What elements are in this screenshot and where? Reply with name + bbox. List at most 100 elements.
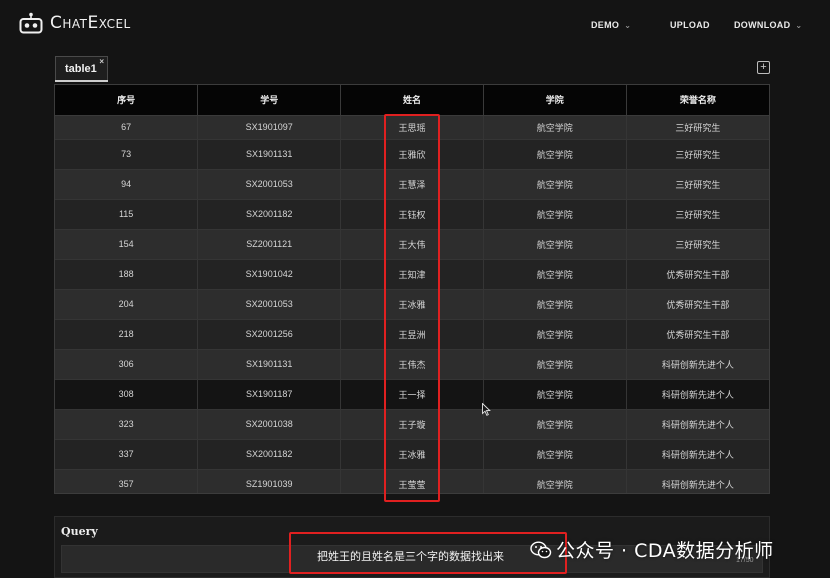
app-header: ChatExcel DEMO ⌄ UPLOAD DOWNLOAD ⌄ — [0, 0, 830, 52]
table-cell: 王雅欣 — [340, 139, 484, 170]
table-cell: SX2001053 — [197, 289, 342, 320]
table-cell: 王昱洲 — [340, 319, 484, 350]
table-cell: SZ1901039 — [197, 469, 342, 493]
column-header[interactable]: 荣誉名称 — [626, 85, 769, 116]
table-cell: 357 — [55, 469, 199, 493]
table-row[interactable]: 115 SX2001182 王钰权 航空学院 三好研究生 — [55, 199, 769, 230]
table-cell: SX2001182 — [197, 199, 342, 230]
table-cell: 73 — [55, 139, 199, 170]
table-cell: 航空学院 — [483, 139, 627, 170]
table-cell: 94 — [55, 169, 199, 200]
table-cell: 三好研究生 — [626, 229, 769, 260]
table-cell: 三好研究生 — [626, 199, 769, 230]
watermark: 公众号 · CDA数据分析师 — [530, 536, 774, 563]
mouse-cursor-icon — [482, 403, 491, 416]
column-header[interactable]: 学号 — [197, 85, 342, 116]
table-row[interactable]: 188 SX1901042 王知津 航空学院 优秀研究生干部 — [55, 259, 769, 290]
table-cell: 306 — [55, 349, 199, 380]
table-row[interactable]: 308 SX1901187 王一择 航空学院 科研创新先进个人 — [55, 379, 769, 410]
query-label: Query — [61, 525, 98, 538]
table-cell: 科研创新先进个人 — [626, 439, 769, 470]
wechat-icon — [530, 540, 552, 558]
table-cell: 航空学院 — [483, 199, 627, 230]
column-header[interactable]: 姓名 — [340, 85, 484, 116]
table-cell: 王冰雅 — [340, 289, 484, 320]
table-row[interactable]: 154 SZ2001121 王大伟 航空学院 三好研究生 — [55, 229, 769, 260]
table-cell: 科研创新先进个人 — [626, 469, 769, 493]
table-row[interactable]: 306 SX1901131 王伟杰 航空学院 科研创新先进个人 — [55, 349, 769, 380]
table-cell: 优秀研究生干部 — [626, 289, 769, 320]
table-cell: 三好研究生 — [626, 139, 769, 170]
nav-download[interactable]: DOWNLOAD ⌄ — [734, 20, 802, 30]
table-row[interactable]: 67 SX1901097 王思瑶 航空学院 三好研究生 — [55, 115, 769, 140]
table-cell: 科研创新先进个人 — [626, 349, 769, 380]
table-row[interactable]: 73 SX1901131 王雅欣 航空学院 三好研究生 — [55, 139, 769, 170]
table-cell: 115 — [55, 199, 199, 230]
column-header[interactable]: 序号 — [55, 85, 199, 116]
table-cell: 航空学院 — [483, 115, 627, 140]
table-cell: 337 — [55, 439, 199, 470]
table-cell: SX1901187 — [197, 379, 342, 410]
column-header[interactable]: 学院 — [483, 85, 627, 116]
table-cell: 航空学院 — [483, 169, 627, 200]
table-cell: 王子璇 — [340, 409, 484, 440]
table-cell: SX2001053 — [197, 169, 342, 200]
table-row[interactable]: 204 SX2001053 王冰雅 航空学院 优秀研究生干部 — [55, 289, 769, 320]
table-cell: 王冰雅 — [340, 439, 484, 470]
add-tab-button[interactable]: + — [757, 61, 770, 74]
nav-upload-label: UPLOAD — [670, 20, 710, 30]
chevron-down-icon: ⌄ — [795, 20, 803, 30]
active-tab-indicator — [55, 80, 108, 82]
table-row[interactable]: 323 SX2001038 王子璇 航空学院 科研创新先进个人 — [55, 409, 769, 440]
table-cell: 王慧泽 — [340, 169, 484, 200]
table-cell: 三好研究生 — [626, 169, 769, 200]
table-cell: 科研创新先进个人 — [626, 409, 769, 440]
table-cell: 323 — [55, 409, 199, 440]
table-cell: SZ2001121 — [197, 229, 342, 260]
table-cell: 308 — [55, 379, 199, 410]
table-cell: SX2001038 — [197, 409, 342, 440]
chevron-down-icon: ⌄ — [624, 20, 632, 30]
nav-upload[interactable]: UPLOAD — [670, 20, 710, 30]
brand-name: ChatExcel — [50, 13, 131, 33]
table-cell: 三好研究生 — [626, 115, 769, 140]
table-cell: 204 — [55, 289, 199, 320]
table-cell: 航空学院 — [483, 349, 627, 380]
table-cell: 王莹莹 — [340, 469, 484, 493]
table-cell: 188 — [55, 259, 199, 290]
table-cell: 航空学院 — [483, 259, 627, 290]
table-cell: 67 — [55, 115, 199, 140]
table-cell: 航空学院 — [483, 229, 627, 260]
table-cell: 王一择 — [340, 379, 484, 410]
data-table[interactable]: 序号 学号 姓名 学院 荣誉名称 67 SX1901097 王思瑶 航空学院 三… — [54, 84, 770, 494]
table-cell: 航空学院 — [483, 439, 627, 470]
tab-label: table1 — [65, 62, 97, 75]
table-cell: 优秀研究生干部 — [626, 319, 769, 350]
table-row[interactable]: 357 SZ1901039 王莹莹 航空学院 科研创新先进个人 — [55, 469, 769, 493]
table-header-row: 序号 学号 姓名 学院 荣誉名称 — [55, 85, 769, 116]
table-row[interactable]: 218 SX2001256 王昱洲 航空学院 优秀研究生干部 — [55, 319, 769, 350]
table-cell: SX1901097 — [197, 115, 342, 140]
table-cell: 王钰权 — [340, 199, 484, 230]
table-cell: SX1901131 — [197, 139, 342, 170]
logo[interactable]: ChatExcel — [19, 12, 131, 34]
table-row[interactable]: 94 SX2001053 王慧泽 航空学院 三好研究生 — [55, 169, 769, 200]
table-cell: SX2001182 — [197, 439, 342, 470]
watermark-text: 公众号 · CDA数据分析师 — [556, 540, 774, 562]
nav-demo[interactable]: DEMO ⌄ — [591, 20, 631, 30]
table-cell: 218 — [55, 319, 199, 350]
table-cell: 王思瑶 — [340, 115, 484, 140]
table-cell: 航空学院 — [483, 289, 627, 320]
table-cell: 航空学院 — [483, 469, 627, 493]
close-icon[interactable]: × — [99, 57, 104, 66]
table-cell: 优秀研究生干部 — [626, 259, 769, 290]
table-cell: 王大伟 — [340, 229, 484, 260]
robot-logo-icon — [19, 12, 43, 34]
table-cell: 航空学院 — [483, 379, 627, 410]
nav-demo-label: DEMO — [591, 20, 620, 30]
tab-table1[interactable]: table1 × — [55, 56, 108, 80]
table-row[interactable]: 337 SX2001182 王冰雅 航空学院 科研创新先进个人 — [55, 439, 769, 470]
query-highlight — [289, 532, 567, 574]
table-cell: SX2001256 — [197, 319, 342, 350]
table-cell: 科研创新先进个人 — [626, 379, 769, 410]
